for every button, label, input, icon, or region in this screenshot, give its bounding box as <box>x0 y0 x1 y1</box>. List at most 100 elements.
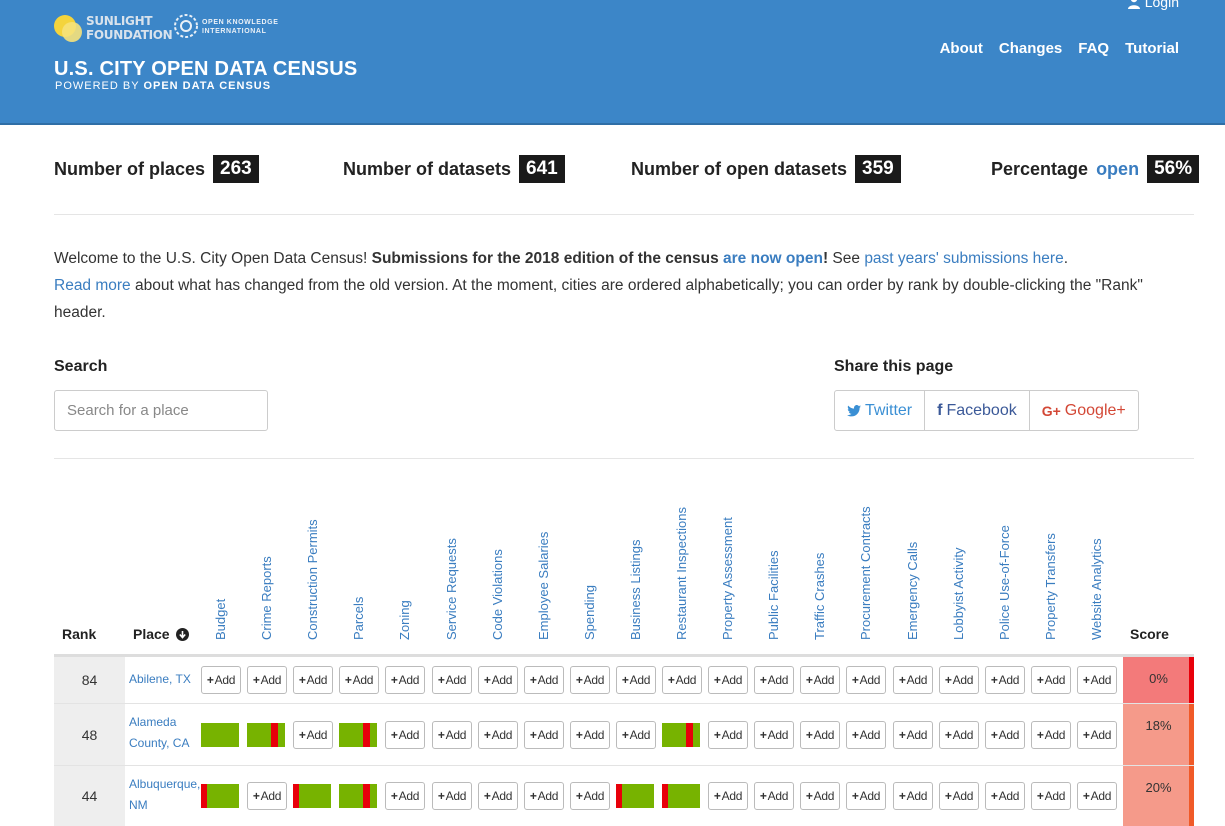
add-submission-button[interactable]: + Add <box>385 721 425 749</box>
add-submission-button[interactable]: + Add <box>478 721 518 749</box>
add-submission-button[interactable]: + Add <box>800 721 840 749</box>
add-submission-button[interactable]: + Add <box>846 666 886 694</box>
place-header[interactable]: Place <box>133 626 189 642</box>
add-submission-button[interactable]: + Add <box>201 666 241 694</box>
place-link[interactable]: Albuquerque, NM <box>129 774 201 816</box>
search-input[interactable] <box>54 390 268 431</box>
column-header[interactable]: Website Analytics <box>1089 538 1104 640</box>
dataset-status-bar[interactable] <box>201 723 239 747</box>
add-submission-button[interactable]: + Add <box>385 782 425 810</box>
dataset-status-bar[interactable] <box>201 784 239 808</box>
add-submission-button[interactable]: + Add <box>800 782 840 810</box>
add-submission-button[interactable]: + Add <box>339 666 379 694</box>
add-submission-button[interactable]: + Add <box>1031 782 1071 810</box>
twitter-share-button[interactable]: Twitter <box>835 391 926 430</box>
sunlight-foundation-logo[interactable]: SUNLIGHT FOUNDATION <box>54 12 173 46</box>
add-submission-button[interactable]: + Add <box>247 666 287 694</box>
open-knowledge-logo[interactable]: OPEN KNOWLEDGE INTERNATIONAL <box>172 12 292 42</box>
column-header[interactable]: Construction Permits <box>305 519 320 640</box>
add-submission-button[interactable]: + Add <box>893 666 933 694</box>
column-header[interactable]: Emergency Calls <box>905 542 920 640</box>
add-submission-button[interactable]: + Add <box>1077 782 1117 810</box>
add-submission-button[interactable]: + Add <box>1031 721 1071 749</box>
add-submission-button[interactable]: + Add <box>293 721 333 749</box>
add-submission-button[interactable]: + Add <box>846 721 886 749</box>
column-header[interactable]: Traffic Crashes <box>812 553 827 640</box>
column-header[interactable]: Police Use-of-Force <box>997 525 1012 640</box>
add-submission-button[interactable]: + Add <box>708 721 748 749</box>
nav-tutorial[interactable]: Tutorial <box>1125 40 1179 57</box>
dataset-status-bar[interactable] <box>616 784 654 808</box>
add-submission-button[interactable]: + Add <box>708 782 748 810</box>
google-plus-share-button[interactable]: G+ Google+ <box>1030 391 1138 430</box>
column-header[interactable]: Service Requests <box>444 538 459 640</box>
past-submissions-link[interactable]: past years' submissions here <box>864 250 1063 267</box>
add-submission-button[interactable]: + Add <box>939 666 979 694</box>
place-link[interactable]: Alameda County, CA <box>129 712 201 754</box>
column-header[interactable]: Code Violations <box>490 549 505 640</box>
add-submission-button[interactable]: + Add <box>247 782 287 810</box>
add-submission-button[interactable]: + Add <box>570 782 610 810</box>
add-submission-button[interactable]: + Add <box>432 721 472 749</box>
add-submission-button[interactable]: + Add <box>939 782 979 810</box>
add-submission-button[interactable]: + Add <box>293 666 333 694</box>
column-header[interactable]: Zoning <box>397 600 412 640</box>
nav-about[interactable]: About <box>940 40 983 57</box>
column-header[interactable]: Property Assessment <box>720 517 735 640</box>
column-header[interactable]: Property Transfers <box>1043 533 1058 640</box>
column-header[interactable]: Parcels <box>351 597 366 640</box>
add-submission-button[interactable]: + Add <box>985 666 1025 694</box>
site-title[interactable]: U.S. CITY OPEN DATA CENSUS <box>54 58 357 81</box>
facebook-share-button[interactable]: f Facebook <box>925 391 1030 430</box>
add-submission-button[interactable]: + Add <box>478 666 518 694</box>
add-submission-button[interactable]: + Add <box>754 782 794 810</box>
add-submission-button[interactable]: + Add <box>524 721 564 749</box>
add-submission-button[interactable]: + Add <box>754 721 794 749</box>
nav-faq[interactable]: FAQ <box>1078 40 1109 57</box>
dataset-status-bar[interactable] <box>662 784 700 808</box>
score-header[interactable]: Score <box>1130 626 1169 642</box>
add-submission-button[interactable]: + Add <box>1077 721 1117 749</box>
dataset-status-bar[interactable] <box>293 784 331 808</box>
add-submission-button[interactable]: + Add <box>893 782 933 810</box>
add-submission-button[interactable]: + Add <box>432 666 472 694</box>
column-header[interactable]: Restaurant Inspections <box>674 507 689 640</box>
column-header[interactable]: Crime Reports <box>259 556 274 640</box>
add-submission-button[interactable]: + Add <box>478 782 518 810</box>
column-header[interactable]: Public Facilities <box>766 550 781 640</box>
nav-changes[interactable]: Changes <box>999 40 1062 57</box>
add-submission-button[interactable]: + Add <box>800 666 840 694</box>
submissions-open-link[interactable]: are now open <box>723 250 823 267</box>
add-submission-button[interactable]: + Add <box>939 721 979 749</box>
add-submission-button[interactable]: + Add <box>616 666 656 694</box>
dataset-status-bar[interactable] <box>339 723 377 747</box>
add-submission-button[interactable]: + Add <box>985 782 1025 810</box>
add-submission-button[interactable]: + Add <box>570 721 610 749</box>
rank-header[interactable]: Rank <box>62 626 96 642</box>
column-header[interactable]: Business Listings <box>628 540 643 640</box>
place-link[interactable]: Abilene, TX <box>129 669 201 690</box>
add-submission-button[interactable]: + Add <box>662 666 702 694</box>
add-submission-button[interactable]: + Add <box>754 666 794 694</box>
column-header[interactable]: Lobbyist Activity <box>951 548 966 641</box>
dataset-status-bar[interactable] <box>247 723 285 747</box>
add-submission-button[interactable]: + Add <box>432 782 472 810</box>
add-submission-button[interactable]: + Add <box>893 721 933 749</box>
add-submission-button[interactable]: + Add <box>524 782 564 810</box>
dataset-status-bar[interactable] <box>662 723 700 747</box>
add-submission-button[interactable]: + Add <box>1031 666 1071 694</box>
login-link[interactable]: Login <box>1127 0 1179 10</box>
add-submission-button[interactable]: + Add <box>985 721 1025 749</box>
add-submission-button[interactable]: + Add <box>708 666 748 694</box>
column-header[interactable]: Budget <box>213 599 228 640</box>
column-header[interactable]: Procurement Contracts <box>858 506 873 640</box>
read-more-link[interactable]: Read more <box>54 277 131 294</box>
add-submission-button[interactable]: + Add <box>385 666 425 694</box>
column-header[interactable]: Spending <box>582 585 597 640</box>
add-submission-button[interactable]: + Add <box>616 721 656 749</box>
add-submission-button[interactable]: + Add <box>570 666 610 694</box>
add-submission-button[interactable]: + Add <box>1077 666 1117 694</box>
add-submission-button[interactable]: + Add <box>524 666 564 694</box>
dataset-status-bar[interactable] <box>339 784 377 808</box>
column-header[interactable]: Employee Salaries <box>536 532 551 640</box>
